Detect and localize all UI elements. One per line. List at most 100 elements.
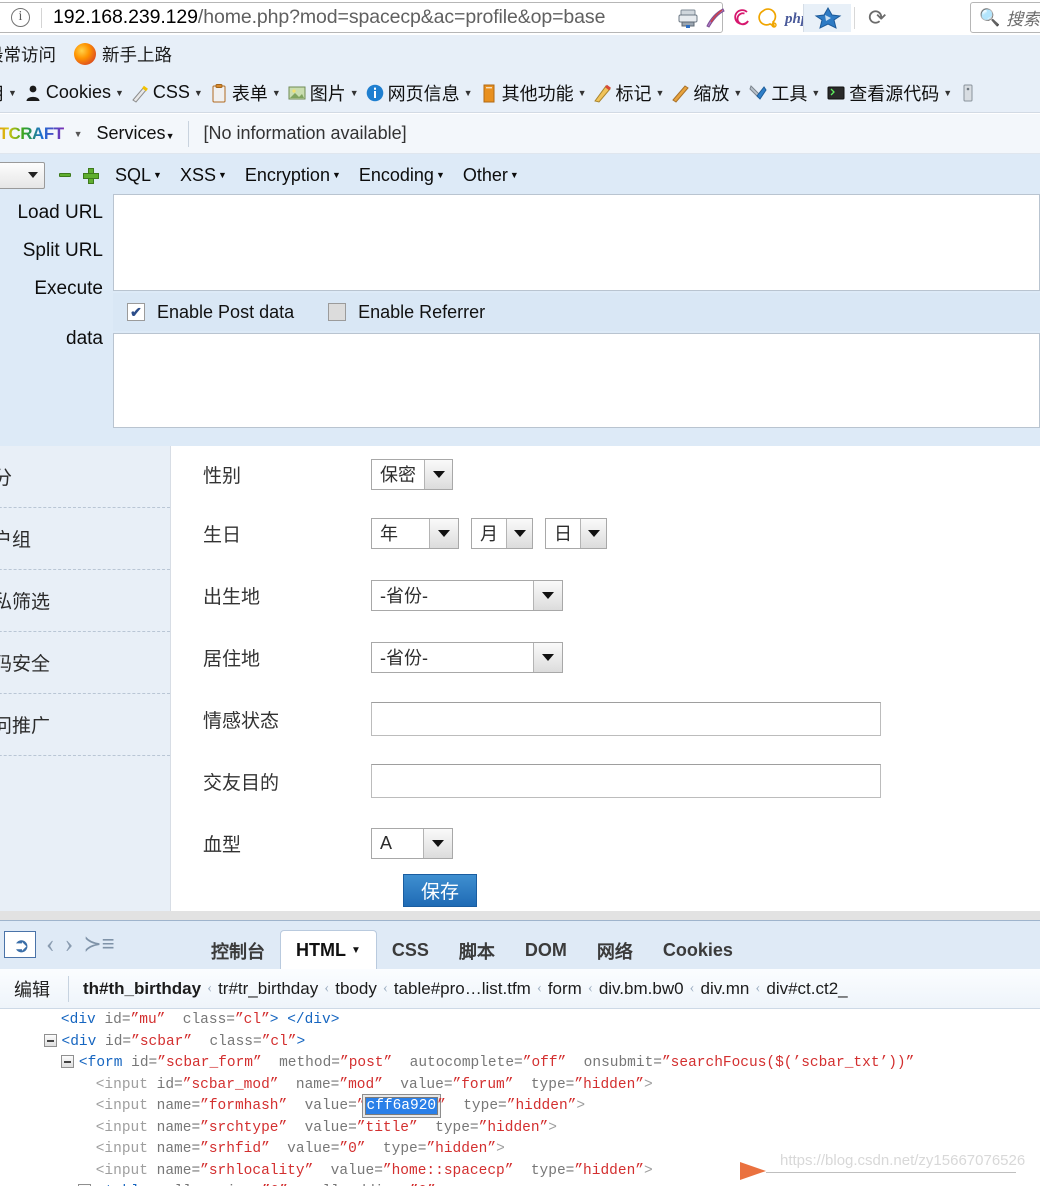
reload-icon[interactable]: ⟳ <box>864 6 890 29</box>
birth-day-select[interactable]: 日 <box>545 517 607 549</box>
breadcrumb-item[interactable]: form <box>548 979 582 999</box>
select-arrow-button[interactable] <box>533 580 562 610</box>
select-arrow-button[interactable] <box>429 518 458 548</box>
remove-icon[interactable] <box>59 173 71 177</box>
edit-button[interactable]: 编辑 <box>0 976 68 1002</box>
hackbar-method-select[interactable] <box>0 161 45 189</box>
webdev-menu-css[interactable]: CSS ▼ <box>130 82 203 103</box>
breakpoint-list-icon[interactable]: ≻≡ <box>83 931 114 957</box>
select-arrow-button[interactable] <box>533 642 562 672</box>
load-url-button[interactable]: Load URL <box>0 194 113 232</box>
breadcrumb-item[interactable]: table#pro…list.tfm <box>394 979 531 999</box>
inspector-icon[interactable]: ➲ <box>4 930 36 958</box>
url-bar[interactable]: i 192.168.239.129/home.php?mod=spacecp&a… <box>0 2 723 33</box>
relationship-input[interactable] <box>371 702 881 736</box>
hackbar-url-textarea[interactable] <box>113 194 1040 291</box>
enable-referrer-checkbox[interactable] <box>328 303 347 321</box>
enable-referrer-label: Enable Referrer <box>358 301 486 322</box>
feather-icon[interactable] <box>703 6 727 30</box>
code-line[interactable]: <form id=”scbar_form” method=”post” auto… <box>0 1053 1040 1075</box>
dating-purpose-input[interactable] <box>371 764 881 798</box>
tab-dom[interactable]: DOM <box>510 932 582 969</box>
bookmark-star-button[interactable] <box>803 4 851 32</box>
tab-script[interactable]: 脚本 <box>444 932 510 969</box>
breadcrumb-item[interactable]: div.bm.bw0 <box>599 979 684 999</box>
code-line[interactable]: <div id=”scbar” class=”cl”> <box>0 1032 1040 1054</box>
chevron-down-icon[interactable]: ▼ <box>74 129 83 139</box>
residence-province-select[interactable]: -省份- <box>371 641 563 673</box>
split-url-button[interactable]: Split URL <box>0 232 113 270</box>
sidebar-item-privacy-filter[interactable]: 隐私筛选 <box>0 570 170 632</box>
sidebar-item-visit-promotion[interactable]: 访问推广 <box>0 694 170 756</box>
tab-console[interactable]: 控制台 <box>196 932 280 969</box>
add-icon[interactable] <box>83 168 99 184</box>
hackbar-post-textarea[interactable] <box>113 333 1040 428</box>
tab-html[interactable]: HTML ▼ <box>280 930 377 970</box>
netcraft-services-menu[interactable]: Services▼ <box>97 123 175 144</box>
execute-button[interactable]: Execute <box>0 270 113 308</box>
sidebar-item-credits[interactable]: 积分 <box>0 446 170 508</box>
breadcrumb-item[interactable]: th#th_birthday <box>83 979 201 999</box>
webdev-menu-resize[interactable]: 缩放 ▼ <box>670 80 742 106</box>
chrome-icon-group: php ⟳ <box>676 3 890 32</box>
collapse-toggle-icon[interactable] <box>60 1055 74 1068</box>
webdev-menu-outline[interactable]: 标记 ▼ <box>593 80 664 106</box>
enable-post-data-checkbox[interactable]: ✔ <box>127 303 145 321</box>
blood-type-select[interactable]: A <box>371 827 453 859</box>
code-line[interactable]: <input id=”scbar_mod” name=”mod” value=”… <box>0 1075 1040 1097</box>
tab-cookies[interactable]: Cookies <box>648 932 748 969</box>
breadcrumb-separator: ‹ <box>324 980 330 996</box>
code-line[interactable]: <div id=”mu” class=”cl”> </div> <box>0 1010 1040 1032</box>
hackbar-options-row: ✔ Enable Post data Enable Referrer <box>113 293 1040 331</box>
select-arrow-button[interactable] <box>423 828 452 858</box>
site-info-icon[interactable]: i <box>11 8 30 27</box>
webdev-menu-view-source[interactable]: 查看源代码 ▼ <box>826 80 952 106</box>
breadcrumb-item[interactable]: tbody <box>335 979 377 999</box>
hackbar-menu-xss[interactable]: XSS ▼ <box>180 165 227 186</box>
sidebar-item-usergroup[interactable]: 用户组 <box>0 508 170 570</box>
sidebar-item-password-security[interactable]: 密码安全 <box>0 632 170 694</box>
webdev-menu-misc[interactable]: 其他功能 ▼ <box>479 80 587 106</box>
code-line[interactable]: <input name=”srhfid” value=”0” type=”hid… <box>0 1139 1040 1161</box>
code-line[interactable]: <table cellspacing=”0” cellpadding=”0”> <box>0 1182 1040 1186</box>
selected-attribute-value[interactable]: cff6a920 <box>364 1097 439 1115</box>
birthplace-province-select[interactable]: -省份- <box>371 579 563 611</box>
select-arrow-button[interactable] <box>580 518 606 548</box>
select-arrow-button[interactable] <box>506 518 532 548</box>
tab-network[interactable]: 网络 <box>582 932 648 969</box>
webdev-menu-images[interactable]: 图片 ▼ <box>287 80 359 106</box>
birth-year-select[interactable]: 年 <box>371 517 459 549</box>
mysql-icon[interactable] <box>757 6 781 30</box>
webdev-menu-forms[interactable]: 表单 ▼ <box>209 80 281 106</box>
chevron-right-icon[interactable]: › <box>65 929 74 959</box>
search-box[interactable]: 🔍 搜索 <box>970 2 1040 33</box>
url-text[interactable]: 192.168.239.129/home.php?mod=spacecp&ac=… <box>53 6 605 29</box>
debian-icon[interactable] <box>730 6 754 30</box>
webdev-menu-overflow[interactable] <box>958 83 978 103</box>
hackbar-menu-sql[interactable]: SQL ▼ <box>115 165 162 186</box>
webdev-menu-page-info[interactable]: 网页信息 ▼ <box>365 80 473 106</box>
hackbar-menu-other[interactable]: Other ▼ <box>463 165 519 186</box>
webdev-menu-tools[interactable]: 工具 ▼ <box>748 80 820 106</box>
code-line[interactable]: <input name=”srchtype” value=”title” typ… <box>0 1118 1040 1140</box>
select-arrow-button[interactable] <box>424 459 452 489</box>
bookmark-item-most-visited[interactable]: 最常访问 <box>0 42 56 67</box>
breadcrumb-item[interactable]: tr#tr_birthday <box>218 979 318 999</box>
webdev-menu-disable[interactable]: 用 ▼ <box>0 80 17 106</box>
code-line[interactable]: <input name=”formhash” value=”cff6a920” … <box>0 1096 1040 1118</box>
hackbar-menu-encoding[interactable]: Encoding ▼ <box>359 165 445 186</box>
tab-css[interactable]: CSS <box>377 932 444 969</box>
menu-label: SQL <box>115 164 152 185</box>
bookmark-item-getting-started[interactable]: 新手上路 <box>74 42 172 67</box>
html-source-pane[interactable]: <div id=”mu” class=”cl”> </div> <div id=… <box>0 1010 1040 1186</box>
chevron-left-icon[interactable]: ‹ <box>46 929 55 959</box>
printer-icon[interactable] <box>676 6 700 30</box>
collapse-toggle-icon[interactable] <box>43 1033 57 1047</box>
birth-month-select[interactable]: 月 <box>471 517 533 549</box>
breadcrumb-item[interactable]: div#ct.ct2_ <box>766 979 847 999</box>
breadcrumb-item[interactable]: div.mn <box>701 979 750 999</box>
gender-select[interactable]: 保密 <box>371 458 453 490</box>
hackbar-menu-encryption[interactable]: Encryption ▼ <box>245 165 341 186</box>
save-button[interactable]: 保存 <box>403 874 477 907</box>
webdev-menu-cookies[interactable]: Cookies ▼ <box>23 82 124 103</box>
